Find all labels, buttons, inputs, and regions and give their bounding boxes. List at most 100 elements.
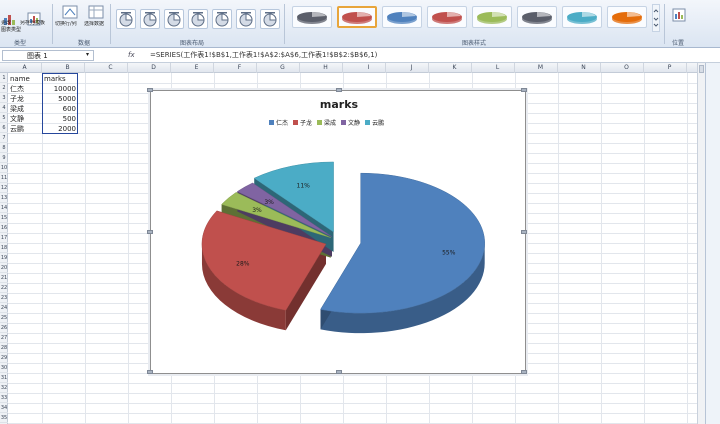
pie-layout-icon [167,12,181,27]
save-as-template-label: 另存为模板 [20,20,46,26]
row-header-28[interactable]: 28 [0,343,8,353]
column-header-D[interactable]: D [137,63,171,73]
column-header-L[interactable]: L [481,63,515,73]
chart-layout-6-button[interactable] [236,9,256,29]
column-header-E[interactable]: E [180,63,214,73]
row-header-20[interactable]: 20 [0,263,8,273]
data-label[interactable]: 55% [442,249,456,256]
cell-A3[interactable]: 子龙 [10,94,42,104]
chart-layout-5-button[interactable] [212,9,232,29]
row-header-6[interactable]: 6 [0,123,8,133]
row-header-25[interactable]: 25 [0,313,8,323]
row-header-33[interactable]: 33 [0,393,8,403]
column-header-N[interactable]: N [567,63,601,73]
column-header-K[interactable]: K [438,63,472,73]
row-header-19[interactable]: 19 [0,253,8,263]
row-header-7[interactable]: 7 [0,133,8,143]
column-header-F[interactable]: F [223,63,257,73]
chart-style-7-button[interactable] [562,6,602,28]
row-header-11[interactable]: 11 [0,173,8,183]
row-header-27[interactable]: 27 [0,333,8,343]
name-box-dropdown-icon[interactable]: ▾ [86,50,89,60]
chart-layout-4-button[interactable] [188,9,208,29]
row-header-26[interactable]: 26 [0,323,8,333]
row-header-29[interactable]: 29 [0,353,8,363]
chart-style-2-button[interactable] [337,6,377,28]
formula-input[interactable]: =SERIES(工作表1!$B$1,工作表1!$A$2:$A$6,工作表1!$B… [150,50,690,61]
cell-A6[interactable]: 云鹏 [10,124,42,134]
switch-row-column-button[interactable] [60,3,80,21]
name-box[interactable]: 图表 1 [2,50,94,61]
column-header-A[interactable]: A [8,63,42,73]
vertical-scrollbar[interactable] [697,63,705,424]
column-header-B[interactable]: B [51,63,85,73]
select-data-label: 选择数据 [84,21,105,27]
pie-style-icon [297,12,327,24]
row-header-13[interactable]: 13 [0,193,8,203]
chart-layout-2-button[interactable] [140,9,160,29]
chart[interactable]: marks 仁杰 子龙 梁成 文静 云鹏 55% 28% 3% 3% 11% [147,88,527,375]
row-header-8[interactable]: 8 [0,143,8,153]
column-header-H[interactable]: H [309,63,343,73]
chart-layout-1-button[interactable] [116,9,136,29]
row-header-15[interactable]: 15 [0,213,8,223]
fx-icon[interactable]: fx [128,50,135,60]
data-label[interactable]: 28% [236,260,250,267]
chart-style-1-button[interactable] [292,6,332,28]
chart-style-4-button[interactable] [427,6,467,28]
chevron-down-icon [653,9,659,27]
cell-A1[interactable]: name [10,74,42,84]
row-header-9[interactable]: 9 [0,153,8,163]
column-header-I[interactable]: I [352,63,386,73]
row-header-5[interactable]: 5 [0,113,8,123]
chart-style-3-button[interactable] [382,6,422,28]
cell-A2[interactable]: 仁杰 [10,84,42,94]
column-header-M[interactable]: M [524,63,558,73]
chart-style-6-button[interactable] [517,6,557,28]
row-header-30[interactable]: 30 [0,363,8,373]
column-header-J[interactable]: J [395,63,429,73]
column-header-C[interactable]: C [94,63,128,73]
row-header-3[interactable]: 3 [0,93,8,103]
row-header-23[interactable]: 23 [0,293,8,303]
chart-style-5-button[interactable] [472,6,512,28]
column-header-P[interactable]: P [653,63,687,73]
row-header-32[interactable]: 32 [0,383,8,393]
row-header-16[interactable]: 16 [0,223,8,233]
pie-layout-icon [143,12,157,27]
row-header-34[interactable]: 34 [0,403,8,413]
row-header-24[interactable]: 24 [0,303,8,313]
chart-layout-7-button[interactable] [260,9,280,29]
data-label[interactable]: 3% [264,199,274,206]
switch-label: 切换行/列 [55,21,77,27]
pie-plot-area[interactable]: 55% 28% 3%3% 11% [151,91,527,375]
row-headers: 1 2 3 4 5 6 7 8 9 10 11 12 13 14 15 16 17 18 19 20 21 22 23 24 2… [0,73,8,424]
row-header-12[interactable]: 12 [0,183,8,193]
row-header-14[interactable]: 14 [0,203,8,213]
worksheet-grid[interactable]: ABCDEFGHIJKLMNOP 1 2 3 4 5 6 7 8 9 10 11 12 13 14 15 16… [0,63,697,424]
row-header-31[interactable]: 31 [0,373,8,383]
row-header-35[interactable]: 35 [0,413,8,423]
column-header-G[interactable]: G [266,63,300,73]
chart-style-8-button[interactable] [607,6,647,28]
side-panel[interactable] [705,63,720,424]
data-label[interactable]: 3% [252,207,262,214]
row-header-22[interactable]: 22 [0,283,8,293]
row-header-4[interactable]: 4 [0,103,8,113]
switch-icon [62,5,78,19]
cell-A4[interactable]: 梁成 [10,104,42,114]
row-header-17[interactable]: 17 [0,233,8,243]
save-as-template-button[interactable] [22,3,46,35]
move-chart-button[interactable] [670,3,688,27]
cell-A5[interactable]: 文静 [10,114,42,124]
row-header-18[interactable]: 18 [0,243,8,253]
row-header-21[interactable]: 21 [0,273,8,283]
row-header-2[interactable]: 2 [0,83,8,93]
row-header-1[interactable]: 1 [0,73,8,83]
styles-more-button[interactable] [652,4,660,32]
row-header-10[interactable]: 10 [0,163,8,173]
chart-layout-3-button[interactable] [164,9,184,29]
data-label[interactable]: 11% [297,183,311,190]
column-header-O[interactable]: O [610,63,644,73]
select-data-button[interactable] [86,3,106,21]
